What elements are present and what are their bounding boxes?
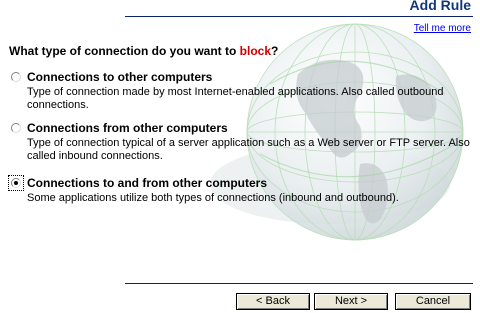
add-rule-wizard: Add Rule Tell me more What type of conne…	[0, 0, 480, 313]
footer-divider	[125, 283, 473, 284]
question-suffix: ?	[271, 44, 279, 58]
option-outbound: Connections to other computers Type of c…	[9, 70, 474, 112]
option-inbound: Connections from other computers Type of…	[9, 121, 474, 163]
question-keyword: block	[239, 44, 271, 58]
radio-outbound[interactable]	[11, 72, 21, 82]
page-title: Add Rule	[409, 0, 471, 13]
next-button[interactable]: Next >	[314, 293, 388, 310]
back-button[interactable]: < Back	[236, 293, 310, 310]
tell-me-more-link[interactable]: Tell me more	[414, 23, 471, 34]
question-prefix: What type of connection do you want to	[9, 44, 240, 58]
radio-inbound[interactable]	[11, 123, 21, 133]
option-outbound-description: Type of connection made by most Internet…	[27, 86, 444, 111]
cancel-button[interactable]: Cancel	[395, 293, 471, 310]
option-inbound-description: Type of connection typical of a server a…	[27, 137, 470, 162]
header-divider	[125, 16, 473, 17]
option-both: Connections to and from other computers …	[8, 175, 474, 205]
option-both-label[interactable]: Connections to and from other computers	[27, 176, 267, 190]
question-heading: What type of connection do you want to b…	[9, 44, 278, 58]
radio-selected-dot	[14, 181, 18, 185]
option-outbound-label[interactable]: Connections to other computers	[27, 70, 212, 84]
option-inbound-label[interactable]: Connections from other computers	[27, 121, 228, 135]
option-both-description: Some applications utilize both types of …	[27, 192, 399, 204]
radio-both[interactable]	[11, 178, 21, 188]
